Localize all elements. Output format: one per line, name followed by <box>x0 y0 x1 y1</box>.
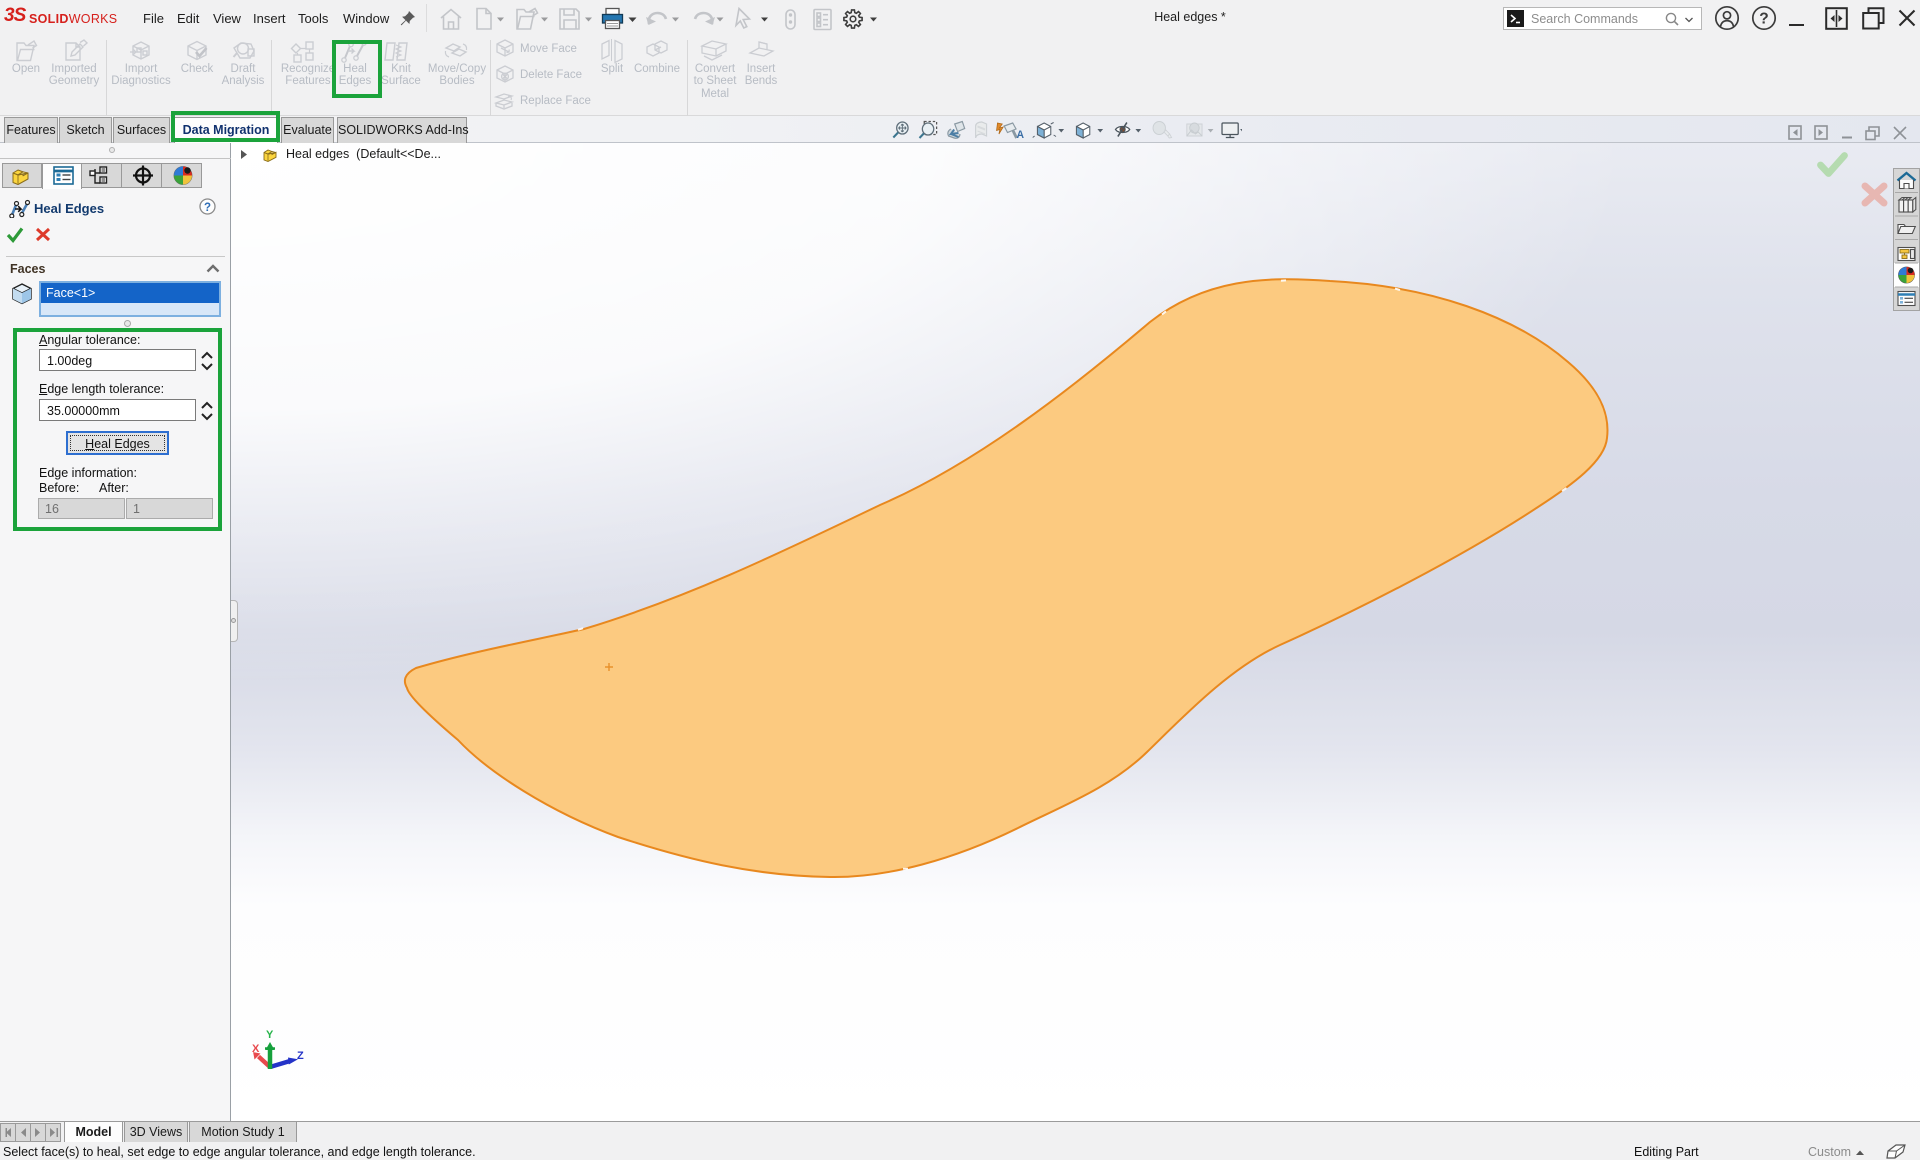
svg-text:X: X <box>252 1043 260 1055</box>
svg-text:Y: Y <box>266 1029 274 1041</box>
svg-text:?: ? <box>1759 10 1768 27</box>
svg-text:A: A <box>1017 129 1025 141</box>
svg-text:?: ? <box>204 202 211 214</box>
svg-text:Z: Z <box>297 1050 304 1062</box>
